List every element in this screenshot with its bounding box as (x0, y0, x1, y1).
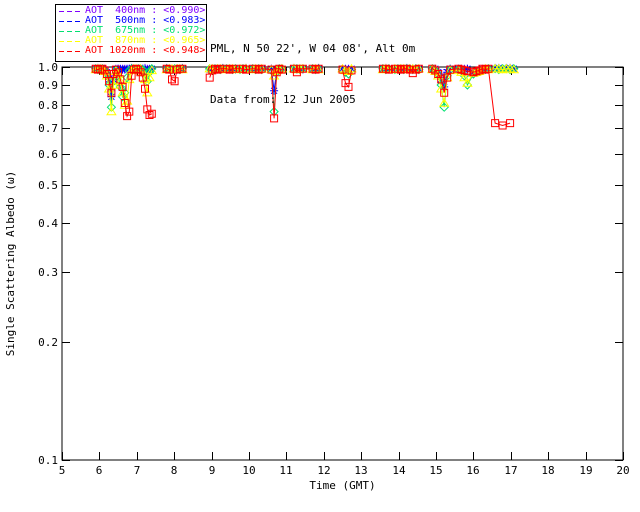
title-block: PML, N 50 22', W 04 08', Alt 0m Data fro… (210, 6, 415, 142)
legend-box: AOT 400nm : <0.990> AOT 500nm : <0.983> AO… (55, 4, 207, 62)
x-tick-label: 8 (171, 464, 178, 477)
x-tick-label: 6 (96, 464, 103, 477)
x-tick-label: 17 (504, 464, 517, 477)
site-title: PML, N 50 22', W 04 08', Alt 0m (210, 42, 416, 55)
y-tick-label: 1.0 (38, 61, 58, 74)
y-tick-label: 0.3 (38, 266, 58, 279)
y-tick-label: 0.8 (38, 99, 58, 112)
y-tick-label: 0.5 (38, 179, 58, 192)
y-tick-label: 0.7 (38, 122, 58, 135)
x-axis-label: Time (GMT) (309, 479, 375, 492)
ssa-plot-page: 5 6 7 8 9 10 11 12 13 14 15 16 17 18 19 20 1.0 0.9 0.8 0.7 0… (0, 0, 640, 512)
y-tick-label: 0.4 (38, 217, 58, 230)
x-tick-label: 14 (392, 464, 406, 477)
y-tick-label: 0.2 (38, 336, 58, 349)
legend-dash-sample (59, 50, 81, 52)
x-tick-label: 13 (354, 464, 367, 477)
x-tick-label: 12 (317, 464, 330, 477)
x-tick-label: 16 (466, 464, 479, 477)
x-tick-label: 7 (134, 464, 141, 477)
x-tick-label: 18 (541, 464, 554, 477)
legend-dash-sample (59, 10, 81, 12)
x-tick-label: 11 (279, 464, 292, 477)
y-tick-label: 0.6 (38, 148, 58, 161)
x-tick-label: 9 (209, 464, 216, 477)
y-tick-label: 0.1 (38, 454, 58, 467)
x-tick-label: 10 (242, 464, 255, 477)
legend-item-1020nm: AOT 1020nm : <0.948> (59, 45, 206, 56)
legend-dash-sample (59, 40, 81, 42)
legend-dash-sample (59, 20, 81, 22)
y-tick-label: 0.9 (38, 79, 58, 92)
legend-dash-sample (59, 30, 81, 32)
x-tick-label: 15 (429, 464, 442, 477)
date-subtitle: Data from: 12 Jun 2005 (210, 93, 356, 106)
x-tick-label: 20 (616, 464, 629, 477)
x-tick-label: 5 (59, 464, 66, 477)
y-axis-label: Single Scattering Albedo (ω) (4, 171, 17, 356)
x-tick-label: 19 (579, 464, 592, 477)
legend-label: AOT 1020nm : <0.948> (85, 45, 206, 56)
